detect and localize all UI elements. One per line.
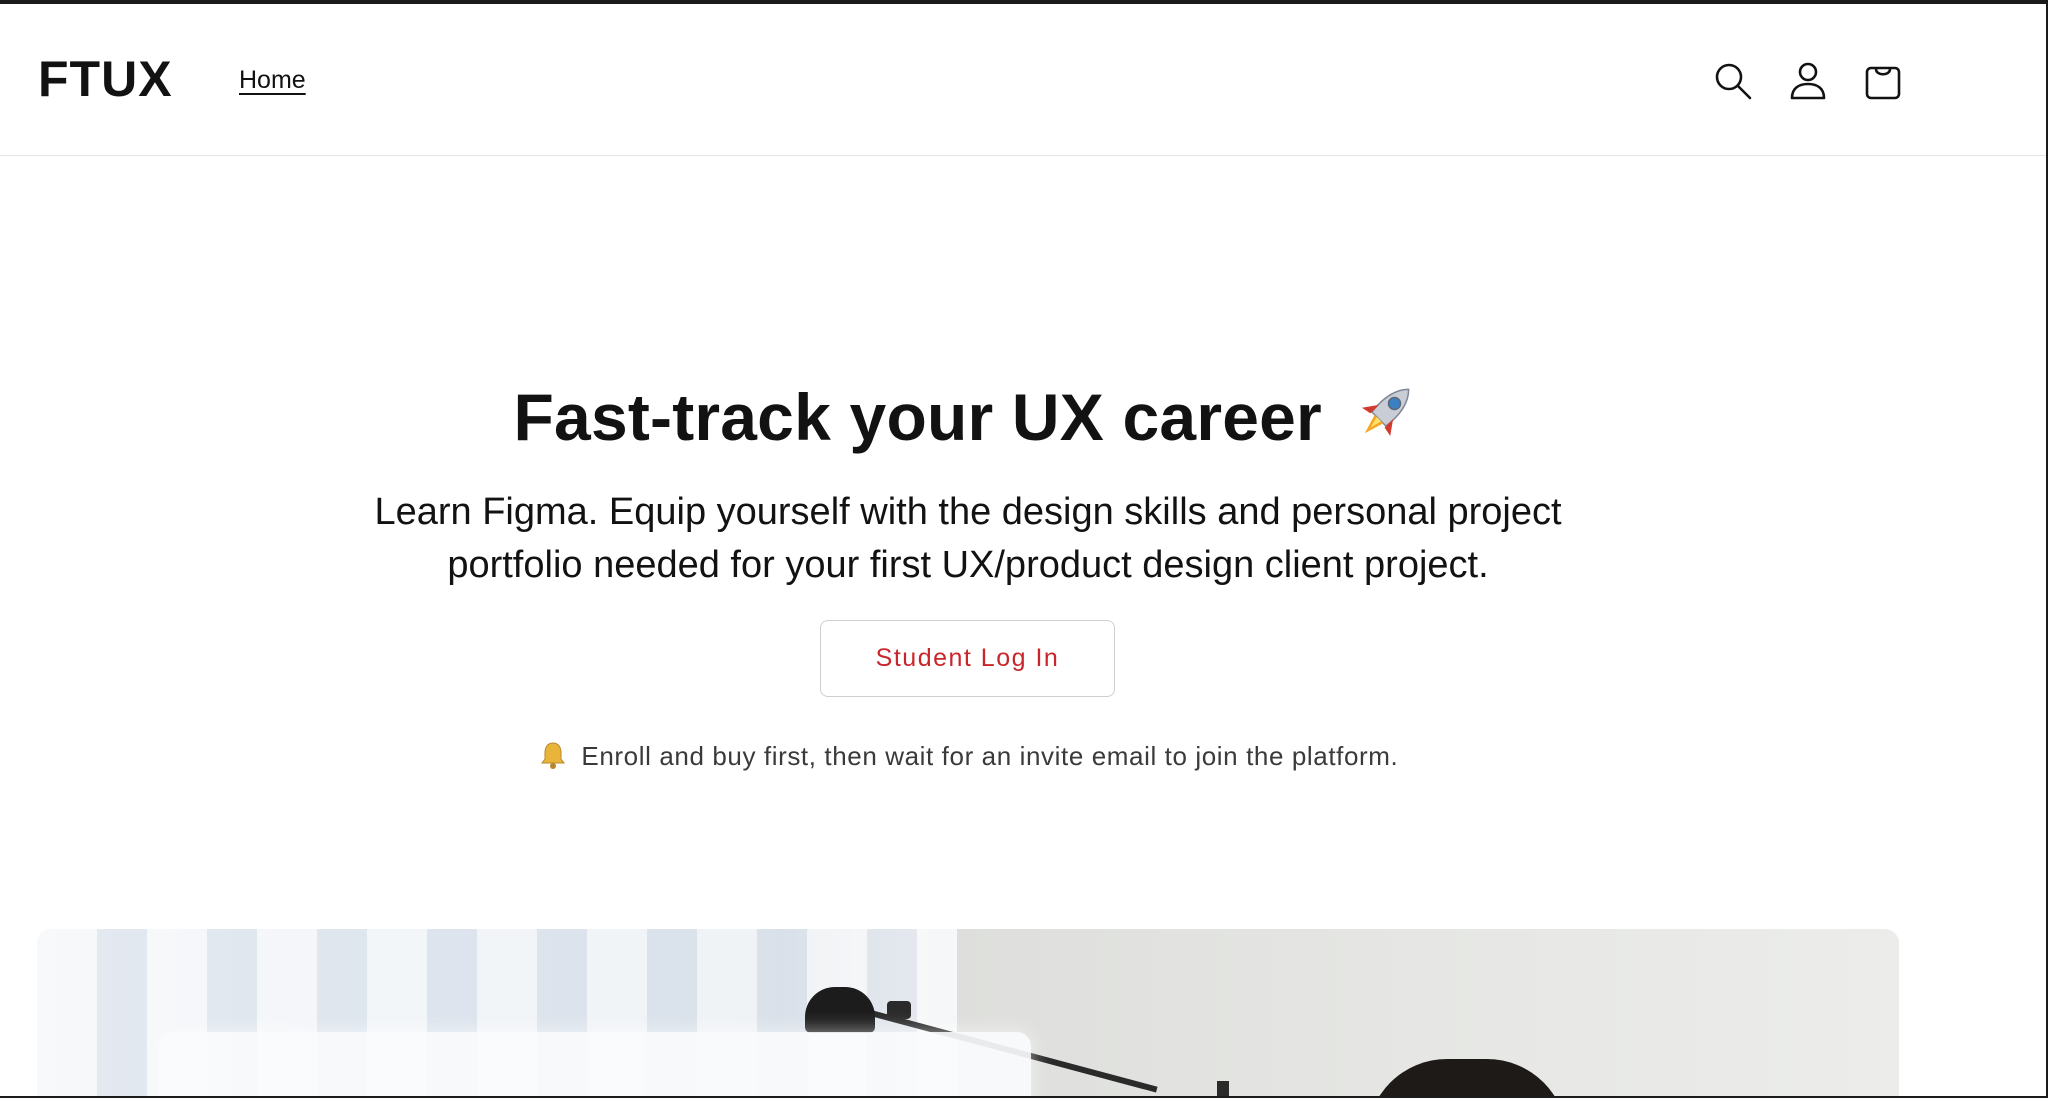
account-icon[interactable] [1787,60,1829,102]
hero-image-lamp-knob [887,1001,911,1019]
site-header: FTUX Home [0,4,2046,156]
hero-image-lamp [805,987,875,1033]
hero-title-text: Fast-track your UX career [513,380,1322,455]
enroll-note: Enroll and buy first, then wait for an i… [0,740,1936,772]
nav-home-link[interactable]: Home [239,68,306,93]
rocket-icon [1350,376,1422,448]
student-login-button[interactable]: Student Log In [820,620,1115,697]
bell-icon [538,740,568,770]
hero-image-overlay-card [159,1032,1031,1098]
hero-title: Fast-track your UX career [0,376,1936,454]
page: FTUX Home Fast-track your UX career Lear… [0,0,2048,1098]
enroll-note-text: Enroll and buy first, then wait for an i… [581,741,1399,771]
site-logo[interactable]: FTUX [38,54,173,104]
search-icon[interactable] [1712,60,1754,102]
cart-icon[interactable] [1862,60,1904,102]
hero-subtitle: Learn Figma. Equip yourself with the des… [374,491,1562,586]
hero-image [37,929,1899,1098]
